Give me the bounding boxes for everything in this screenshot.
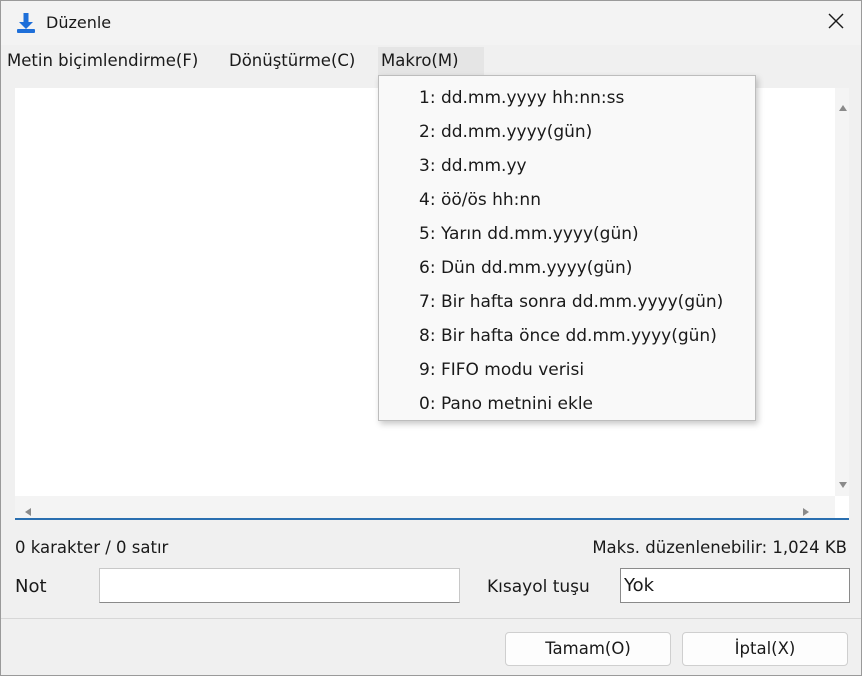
download-arrow-icon bbox=[16, 12, 36, 34]
macro-item-1[interactable]: 1: dd.mm.yyyy hh:nn:ss bbox=[419, 81, 624, 115]
scroll-left-icon[interactable] bbox=[23, 502, 33, 516]
footer-divider bbox=[1, 618, 861, 619]
scroll-down-icon[interactable] bbox=[838, 475, 848, 488]
shortcut-label: Kısayol tuşu bbox=[487, 577, 590, 597]
menu-bar: Metin biçimlendirme(F) Dönüştürme(C) Mak… bbox=[1, 47, 861, 75]
note-input[interactable] bbox=[99, 568, 460, 603]
character-line-count: 0 karakter / 0 satır bbox=[15, 538, 169, 557]
ok-button[interactable]: Tamam(O) bbox=[505, 632, 671, 666]
macro-dropdown-menu: 1: dd.mm.yyyy hh:nn:ss 2: dd.mm.yyyy(gün… bbox=[378, 75, 756, 421]
macro-item-0[interactable]: 0: Pano metnini ekle bbox=[419, 387, 593, 421]
macro-item-8[interactable]: 8: Bir hafta önce dd.mm.yyyy(gün) bbox=[419, 319, 717, 353]
menu-macro[interactable]: Makro(M) bbox=[378, 47, 484, 75]
shortcut-input[interactable]: Yok bbox=[620, 568, 850, 603]
title-bar[interactable]: Düzenle bbox=[1, 1, 861, 45]
close-icon bbox=[827, 12, 845, 34]
window-title: Düzenle bbox=[46, 13, 112, 32]
macro-item-4[interactable]: 4: öö/ös hh:nn bbox=[419, 183, 541, 217]
macro-item-7[interactable]: 7: Bir hafta sonra dd.mm.yyyy(gün) bbox=[419, 285, 723, 319]
note-label: Not bbox=[15, 576, 47, 597]
macro-item-3[interactable]: 3: dd.mm.yy bbox=[419, 149, 527, 183]
menu-convert[interactable]: Dönüştürme(C) bbox=[229, 47, 355, 75]
macro-item-9[interactable]: 9: FIFO modu verisi bbox=[419, 353, 584, 387]
close-button[interactable] bbox=[813, 1, 859, 45]
scroll-right-icon[interactable] bbox=[801, 502, 811, 516]
max-editable-size: Maks. düzenlenebilir: 1,024 KB bbox=[592, 538, 847, 557]
cancel-button[interactable]: İptal(X) bbox=[682, 632, 848, 666]
horizontal-scrollbar[interactable] bbox=[15, 496, 835, 518]
scroll-up-icon[interactable] bbox=[838, 98, 848, 111]
menu-format[interactable]: Metin biçimlendirme(F) bbox=[7, 47, 198, 75]
edit-dialog: Düzenle Metin biçimlendirme(F) Dönüştürm… bbox=[0, 0, 862, 676]
vertical-scrollbar[interactable] bbox=[835, 88, 849, 496]
macro-item-2[interactable]: 2: dd.mm.yyyy(gün) bbox=[419, 115, 592, 149]
macro-item-6[interactable]: 6: Dün dd.mm.yyyy(gün) bbox=[419, 251, 632, 285]
macro-item-5[interactable]: 5: Yarın dd.mm.yyyy(gün) bbox=[419, 217, 639, 251]
